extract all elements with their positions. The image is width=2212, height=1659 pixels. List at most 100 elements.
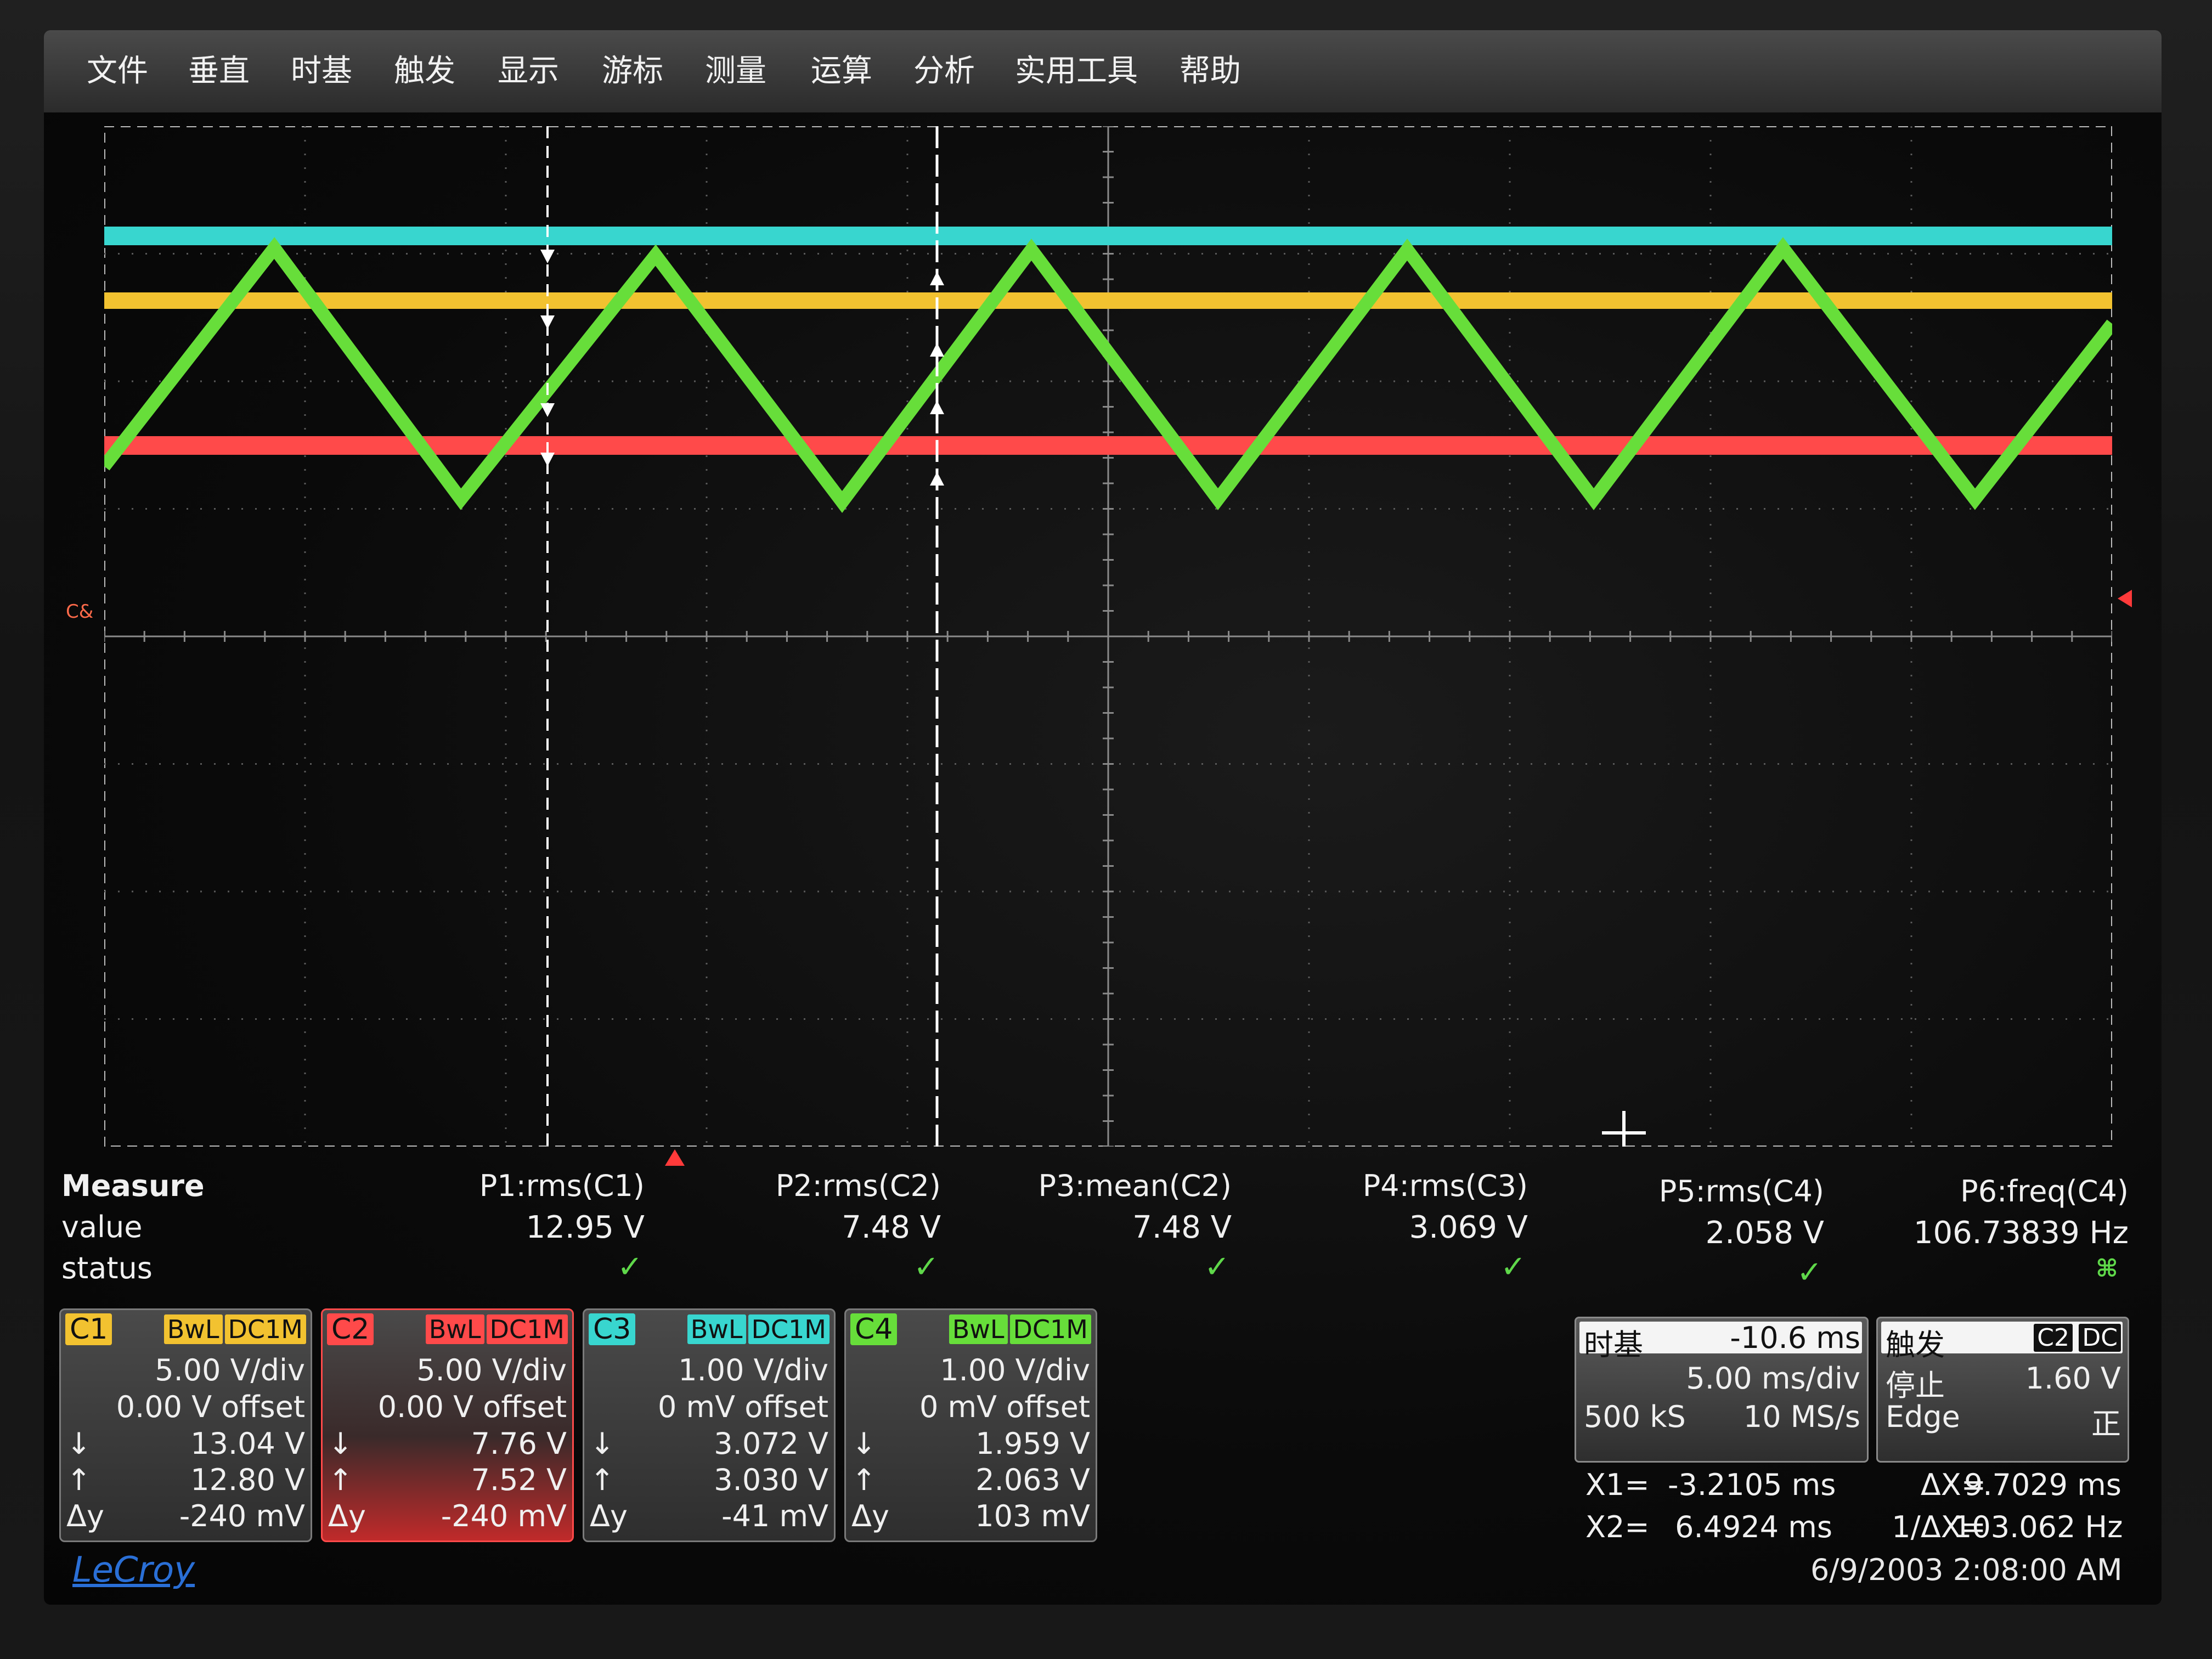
trigger-type: Edge [1886,1400,1960,1434]
channel-c3-bw: BwL [687,1314,746,1344]
menu-math[interactable]: 运算 [811,47,872,96]
param-p6-value: 106.73839 Hz [1913,1215,2129,1251]
menu-analysis[interactable]: 分析 [913,47,975,96]
channel-c3-cursor-up: 3.030 V [714,1463,828,1497]
channel-c2-coupling: DC1M [486,1314,568,1344]
menu-measure[interactable]: 测量 [705,47,766,96]
trigger-label: 触发 [1886,1328,1945,1362]
channel-c1-coupling: DC1M [224,1314,306,1344]
menu-vertical[interactable]: 垂直 [188,47,250,96]
lecroy-logo: LeCroy [72,1550,195,1590]
param-p1-name[interactable]: P1:rms(C1) [337,1169,645,1203]
datetime: 6/9/2003 2:08:00 AM [1810,1553,2123,1587]
menu-file[interactable]: 文件 [87,47,148,96]
channel-c2-delta: -240 mV [441,1499,567,1533]
param-p5-status-icon: ✓ [1797,1255,1822,1290]
delta-y-symbol: Δy [66,1499,104,1533]
channel-c1-tag: C1 [65,1313,112,1345]
menu-cursors[interactable]: 游标 [602,47,663,96]
param-p4-value: 3.069 V [1409,1210,1528,1245]
param-p6-name[interactable]: P6:freq(C4) [1799,1174,2129,1209]
measure-title[interactable]: Measure [61,1169,205,1203]
channel-c2-box[interactable]: C2 BwL DC1M 5.00 V/div 0.00 V offset ↓ 7.… [321,1308,574,1542]
param-p1-value: 12.95 V [526,1210,645,1245]
timebase-samples: 500 kS [1584,1400,1686,1434]
trigger-coupling: DC [2079,1324,2121,1352]
waveform-grid[interactable] [104,126,2112,1147]
ground-marker-label: C& [66,601,94,623]
cursor-dx-value: 9.7029 ms [1964,1468,2121,1502]
param-p3-name[interactable]: P3:mean(C2) [924,1169,1232,1203]
channel-c4-cursor-up: 2.063 V [975,1463,1090,1497]
trigger-box[interactable]: 触发 C2 DC 停止 1.60 V Edge 正 [1876,1317,2129,1463]
param-p4-status-icon: ✓ [1500,1249,1526,1285]
param-p4-name[interactable]: P4:rms(C3) [1221,1169,1528,1203]
channel-c2-offset: 0.00 V offset [377,1390,567,1424]
channel-c1-delta: -240 mV [179,1499,305,1533]
channel-c1-vdiv: 5.00 V/div [155,1353,305,1387]
cursor-x1-value: -3.2105 ms [1668,1468,1836,1502]
channel-c4-offset: 0 mV offset [919,1390,1090,1424]
menu-timebase[interactable]: 时基 [291,47,352,96]
channel-c1-offset: 0.00 V offset [116,1390,305,1424]
cursor-x1-label: X1= [1585,1468,1650,1502]
channel-c4-settings: BwL DC1M [947,1314,1091,1344]
menu-trigger[interactable]: 触发 [394,47,455,96]
delta-y-symbol: Δy [851,1499,889,1533]
channel-c1-cursor-down: 13.04 V [190,1426,305,1461]
param-p3-value: 7.48 V [1132,1210,1232,1245]
cursor-inv-dx-value: 103.062 Hz [1953,1510,2123,1544]
trigger-position-marker[interactable] [665,1149,685,1166]
channel-c1-box[interactable]: C1 BwL DC1M 5.00 V/div 0.00 V offset ↓ 13… [59,1308,312,1542]
delta-y-symbol: Δy [328,1499,366,1533]
timebase-label: 时基 [1584,1328,1643,1362]
param-p2-value: 7.48 V [842,1210,941,1245]
param-p5-value: 2.058 V [1705,1215,1824,1251]
channel-c1-cursor-up: 12.80 V [190,1463,305,1497]
cursor-down-symbol: ↓ [851,1426,877,1461]
menu-help[interactable]: 帮助 [1180,47,1241,96]
param-p2-name[interactable]: P2:rms(C2) [634,1169,941,1203]
channel-c4-delta: 103 mV [975,1499,1090,1533]
trigger-source: C2 [2034,1324,2073,1352]
menu-display[interactable]: 显示 [498,47,559,96]
channel-c2-settings: BwL DC1M [424,1314,568,1344]
param-p6-status-icon: ⌘ [2096,1255,2118,1283]
timebase-tdiv: 5.00 ms/div [1686,1361,1860,1396]
channel-c3-coupling: DC1M [748,1314,830,1344]
cursor-up-symbol: ↑ [66,1463,92,1497]
measure-row-status-label: status [61,1251,153,1285]
param-p1-status-icon: ✓ [617,1249,643,1285]
cursor-up-symbol: ↑ [328,1463,353,1497]
cursor-up-symbol: ↑ [851,1463,877,1497]
param-p5-name[interactable]: P5:rms(C4) [1517,1174,1824,1209]
oscilloscope-screen: 文件 垂直 时基 触发 显示 游标 测量 运算 分析 实用工具 帮助 C& Me… [44,30,2162,1605]
cursor-down-symbol: ↓ [328,1426,353,1461]
param-p3-status-icon: ✓ [1204,1249,1230,1285]
channel-c2-cursor-down: 7.76 V [471,1426,567,1461]
channel-c1-bw: BwL [163,1314,223,1344]
crosshair-icon [1602,1111,1646,1147]
trigger-mode: 停止 [1886,1368,1945,1403]
channel-c2-vdiv: 5.00 V/div [416,1353,567,1387]
channel-c2-cursor-up: 7.52 V [471,1463,567,1497]
channel-c3-delta: -41 mV [721,1499,828,1533]
channel-c3-cursor-down: 3.072 V [714,1426,828,1461]
trigger-level: 1.60 V [2025,1361,2121,1396]
timebase-box[interactable]: 时基 -10.6 ms 5.00 ms/div 500 kS 10 MS/s [1575,1317,1869,1463]
cursor-x2-value: 6.4924 ms [1675,1510,1832,1544]
channel-c4-box[interactable]: C4 BwL DC1M 1.00 V/div 0 mV offset ↓ 1.95… [844,1308,1097,1542]
channel-c3-box[interactable]: C3 BwL DC1M 1.00 V/div 0 mV offset ↓ 3.07… [583,1308,836,1542]
channel-c3-tag: C3 [589,1313,636,1345]
channel-c3-offset: 0 mV offset [657,1390,828,1424]
cursor-down-symbol: ↓ [66,1426,92,1461]
trigger-level-marker[interactable] [2118,590,2132,607]
channel-c2-tag: C2 [327,1313,374,1345]
timebase-rate: 10 MS/s [1743,1400,1860,1434]
channel-c4-cursor-down: 1.959 V [975,1426,1090,1461]
delta-y-symbol: Δy [590,1499,628,1533]
channel-c3-settings: BwL DC1M [685,1314,830,1344]
channel-c1-settings: BwL DC1M [162,1314,306,1344]
channel-c4-tag: C4 [850,1313,898,1345]
menu-utilities[interactable]: 实用工具 [1015,47,1138,96]
